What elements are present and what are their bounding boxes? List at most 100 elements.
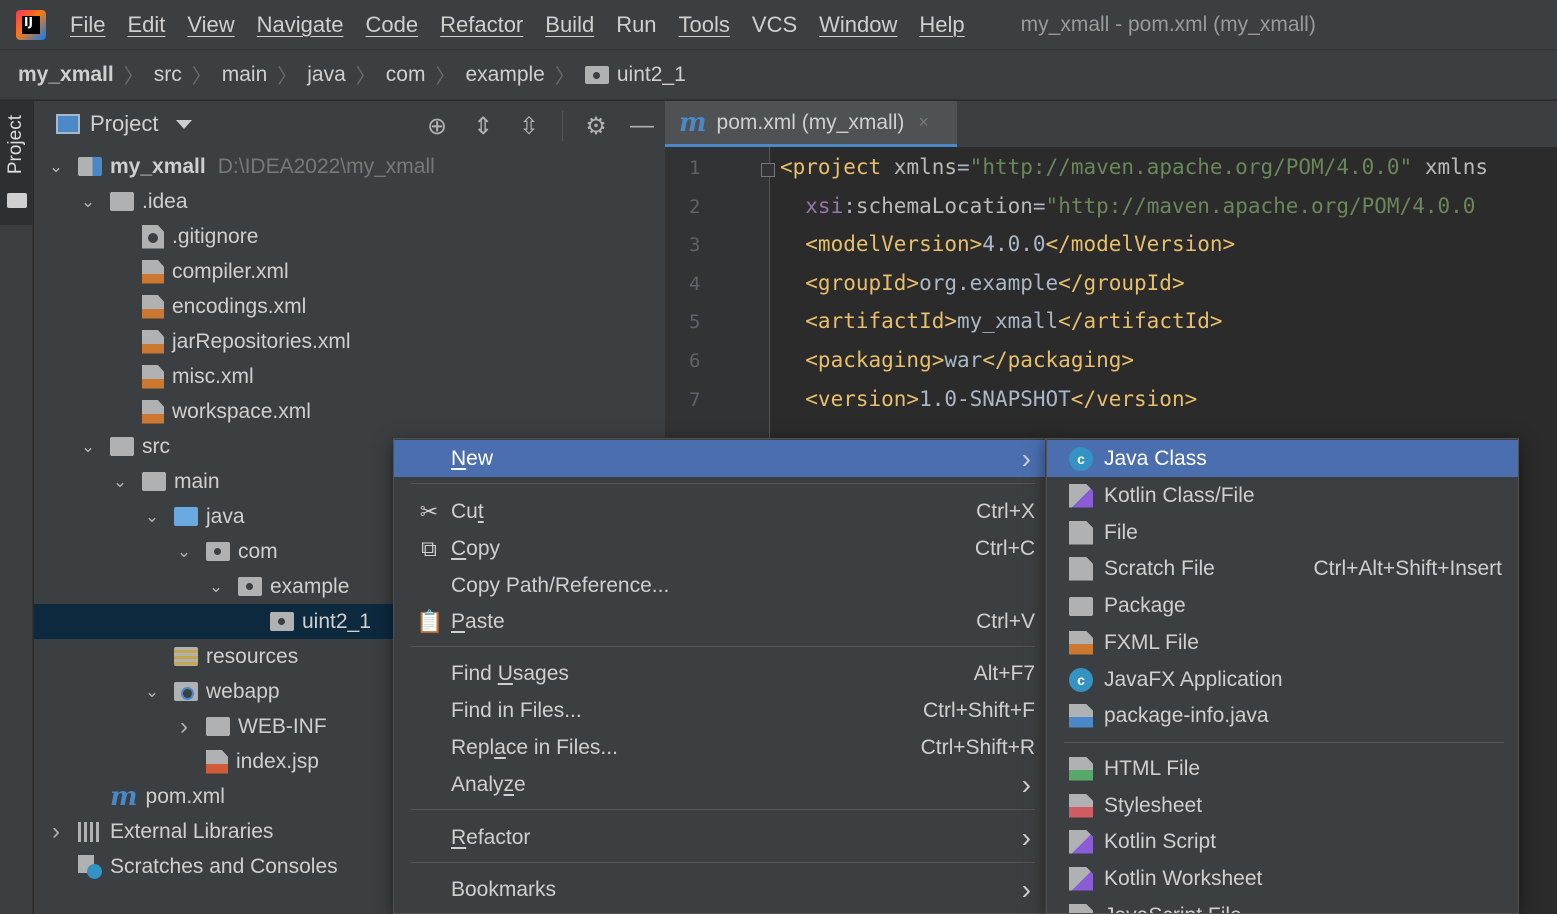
xml-file-icon [142,294,164,319]
menu-item-shortcut: Alt+F7 [973,661,1035,685]
menu-refactor[interactable]: Refactor [430,12,535,38]
line-number: 6 [689,350,701,372]
chevron-down-icon[interactable]: ⌄ [78,192,98,212]
hide-panel-icon[interactable]: — [629,112,655,140]
menu-help[interactable]: Help [909,12,976,38]
breadcrumb-item-java[interactable]: java [307,63,346,87]
menu-vcs[interactable]: VCS [742,12,809,38]
project-panel-title[interactable]: Project [90,111,158,137]
project-panel-header: Project ⊕ ⇕ ⇳ ⚙ — [34,101,665,147]
new-menu-item-kotlin-script[interactable]: Kotlin Script [1047,823,1518,860]
new-menu-item-fxml-file[interactable]: FXML File [1047,624,1518,661]
chevron-down-icon[interactable]: ⌄ [142,682,162,702]
code-token: xmlns [1412,155,1489,179]
menu-build[interactable]: Build [535,12,606,38]
gear-icon[interactable]: ⚙ [583,112,609,141]
new-menu-item-javafx-application[interactable]: c JavaFX Application [1047,661,1518,698]
chevron-right-icon[interactable]: › [174,713,194,741]
code-token: <artifactId> [780,309,958,334]
editor-tab-pom-xml[interactable]: m pom.xml (my_xmall) × [665,101,957,147]
menu-item-shortcut: Ctrl+Alt+Shift+Insert [1313,556,1503,580]
close-tab-icon[interactable]: × [918,112,929,133]
tree-row-misc-xml[interactable]: misc.xml [34,359,665,394]
collapse-all-icon[interactable]: ⇳ [516,112,542,141]
menu-item-new[interactable]: New › [394,440,1045,477]
menu-navigate[interactable]: Navigate [247,12,356,38]
breadcrumb-item-src[interactable]: src [154,63,182,87]
menu-item-label: HTML File [1104,756,1201,780]
menu-item-paste[interactable]: 📋 Paste Ctrl+V [394,603,1045,640]
breadcrumb-separator-icon: 〉 [435,66,456,88]
new-menu-item-stylesheet[interactable]: Stylesheet [1047,787,1518,824]
package-icon [206,542,230,561]
intellij-logo-icon[interactable]: IJ [16,9,46,40]
menu-item-replace-in-files[interactable]: Replace in Files... Ctrl+Shift+R [394,729,1045,766]
chevron-down-icon[interactable]: ⌄ [174,542,194,562]
menu-item-analyze[interactable]: Analyze › [394,766,1045,803]
new-menu-item-file[interactable]: File [1047,514,1518,551]
project-tool-window-tab[interactable]: Project [0,101,33,225]
menu-item-shortcut: Ctrl+C [974,536,1035,560]
new-menu-item-html-file[interactable]: HTML File [1047,750,1518,787]
breadcrumb-item-main[interactable]: main [222,63,268,87]
chevron-down-icon[interactable]: ⌄ [78,437,98,457]
select-opened-file-icon[interactable]: ⊕ [424,112,450,141]
menu-code[interactable]: Code [356,12,431,38]
expand-all-icon[interactable]: ⇕ [470,112,496,141]
tree-row-idea[interactable]: ⌄ .idea [34,184,665,219]
tree-label: jarRepositories.xml [172,329,351,353]
menu-separator [411,646,1035,647]
new-menu-item-kotlin-class-file[interactable]: Kotlin Class/File [1047,477,1518,514]
menu-edit[interactable]: Edit [117,12,177,38]
chevron-right-icon[interactable]: › [46,818,66,846]
menu-item-label: Analyze [451,772,526,796]
menu-item-label: Bookmarks [451,877,557,901]
tree-row-workspace-xml[interactable]: workspace.xml [34,394,665,429]
code-token: schemaLocation [855,193,1033,218]
breadcrumb-item-example[interactable]: example [465,63,544,87]
chevron-down-icon[interactable]: ⌄ [142,507,162,527]
code-line: <artifactId>my_xmall</artifactId> [780,309,1222,334]
tree-row-my-xmall[interactable]: ⌄ my_xmall D:\IDEA2022\my_xmall [34,149,665,184]
new-menu-item-kotlin-worksheet[interactable]: Kotlin Worksheet [1047,860,1518,897]
menu-item-bookmarks[interactable]: Bookmarks › [394,871,1045,908]
menu-file[interactable]: File [60,12,117,38]
breadcrumb-item-uint2-1[interactable]: uint2_1 [617,63,686,87]
tree-row-encodings-xml[interactable]: encodings.xml [34,289,665,324]
xml-file-icon [142,399,164,424]
tree-row-gitignore[interactable]: .gitignore [34,219,665,254]
menu-tools[interactable]: Tools [669,12,742,38]
menu-item-find-in-files[interactable]: Find in Files... Ctrl+Shift+F [394,692,1045,729]
menu-run[interactable]: Run [606,12,668,38]
breadcrumb-item-com[interactable]: com [386,63,426,87]
new-menu-item-scratch-file[interactable]: Scratch File Ctrl+Alt+Shift+Insert [1047,550,1518,587]
new-menu-item-java-class[interactable]: c Java Class [1047,440,1518,477]
chevron-down-icon[interactable]: ⌄ [46,157,66,177]
mnemonic: C [451,536,467,560]
module-folder-icon [78,157,102,176]
fxml-file-icon [1069,630,1093,655]
view-dropdown-icon[interactable] [176,119,193,129]
menu-item-label: Find in Files... [451,698,582,722]
tree-label: encodings.xml [172,294,307,318]
project-context-menu: New › ✂ Cut Ctrl+X ⧉ Copy Ctrl+C Copy Path/Refer… [393,438,1046,914]
menu-item-find-usages[interactable]: Find Usages Alt+F7 [394,655,1045,692]
chevron-down-icon[interactable]: ⌄ [206,577,226,597]
chevron-down-icon[interactable]: ⌄ [110,472,130,492]
menu-view[interactable]: View [177,12,246,38]
menu-item-cut[interactable]: ✂ Cut Ctrl+X [394,493,1045,530]
package-icon [584,65,609,84]
tree-row-compiler-xml[interactable]: compiler.xml [34,254,665,289]
breadcrumb-item-my-xmall[interactable]: my_xmall [18,63,114,87]
menu-window[interactable]: Window [809,12,909,38]
fold-marker-icon[interactable] [761,163,775,177]
menu-item-refactor[interactable]: Refactor › [394,819,1045,856]
menu-item-copy[interactable]: ⧉ Copy Ctrl+C [394,530,1045,567]
menu-item-copy-path-reference[interactable]: Copy Path/Reference... [394,567,1045,604]
folder-icon [7,193,27,208]
new-menu-item-package-info-java[interactable]: package-info.java [1047,697,1518,734]
new-menu-item-package[interactable]: Package [1047,587,1518,624]
new-menu-item-javascript-file[interactable]: JavaScript File [1047,897,1518,913]
tree-row-jarrepositories-xml[interactable]: jarRepositories.xml [34,324,665,359]
copy-icon: ⧉ [421,535,437,561]
